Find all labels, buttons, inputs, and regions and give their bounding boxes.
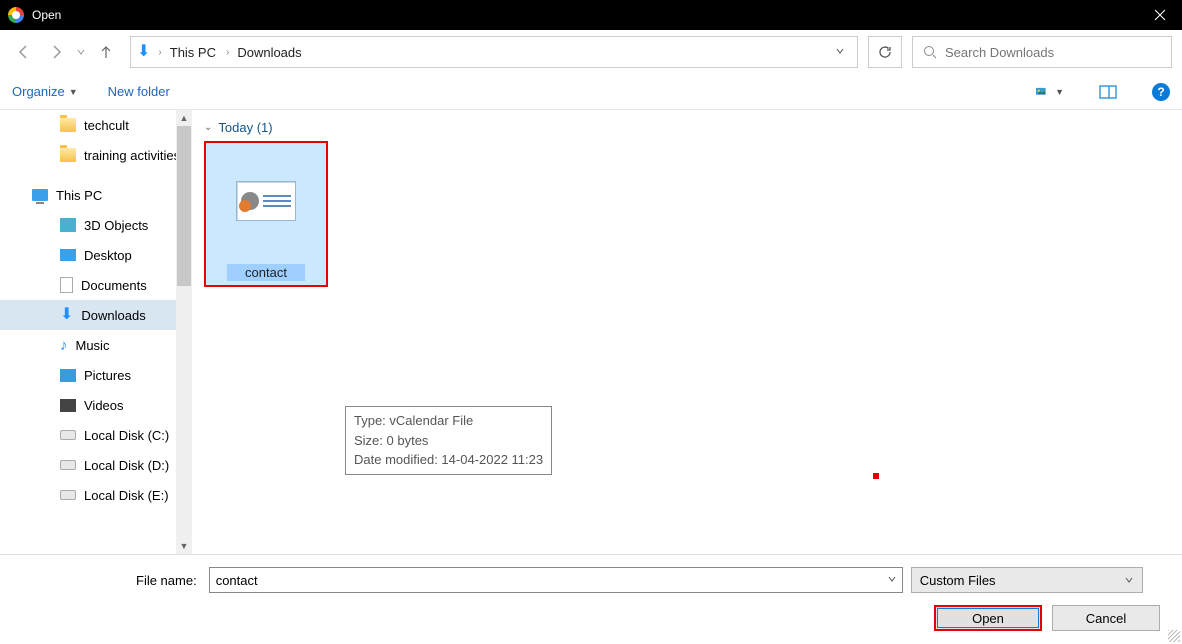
filename-dropdown[interactable] — [882, 571, 902, 589]
file-tile-contact[interactable]: contact — [204, 141, 328, 287]
contact-card-icon — [236, 181, 296, 221]
chevron-down-icon: ⌄ — [204, 122, 212, 133]
file-label: contact — [227, 264, 305, 281]
annotation-dot — [873, 473, 879, 479]
sidebar-item-disk-e[interactable]: Local Disk (E:) — [0, 480, 192, 510]
toolbar: Organize ▼ New folder ▼ ? — [0, 74, 1182, 110]
search-input[interactable] — [945, 45, 1161, 60]
scroll-down-icon[interactable]: ▼ — [176, 538, 192, 554]
new-folder-button[interactable]: New folder — [108, 84, 170, 99]
filename-label: File name: — [136, 573, 201, 588]
open-button[interactable]: Open — [934, 605, 1042, 631]
chrome-icon — [8, 7, 24, 23]
titlebar: Open — [0, 0, 1182, 30]
up-button[interactable] — [92, 38, 120, 66]
search-icon — [923, 45, 937, 59]
download-icon: ⬇ — [60, 307, 73, 323]
search-box[interactable] — [912, 36, 1172, 68]
disk-icon — [60, 430, 76, 440]
doc-icon — [60, 277, 73, 293]
sidebar-item-documents[interactable]: Documents — [0, 270, 192, 300]
pc-icon — [32, 189, 48, 201]
file-type-filter[interactable]: Custom Files — [911, 567, 1143, 593]
downloads-icon: ⬇ — [137, 44, 150, 60]
view-icons-button[interactable]: ▼ — [1036, 80, 1064, 104]
folder-icon — [60, 118, 76, 132]
filename-input[interactable] — [210, 573, 882, 588]
scroll-up-icon[interactable]: ▲ — [176, 110, 192, 126]
sidebar-item-disk-d[interactable]: Local Disk (D:) — [0, 450, 192, 480]
sidebar-item-music[interactable]: ♪Music — [0, 330, 192, 360]
cancel-button[interactable]: Cancel — [1052, 605, 1160, 631]
address-bar[interactable]: ⬇ › This PC› Downloads — [130, 36, 858, 68]
file-pane[interactable]: ⌄Today (1) contact — [192, 110, 1182, 554]
preview-pane-button[interactable] — [1094, 80, 1122, 104]
scroll-thumb[interactable] — [177, 126, 191, 286]
help-button[interactable]: ? — [1152, 83, 1170, 101]
forward-button[interactable] — [42, 38, 70, 66]
3d-icon — [60, 218, 76, 232]
sidebar-item-desktop[interactable]: Desktop — [0, 240, 192, 270]
address-dropdown[interactable] — [829, 43, 851, 61]
sidebar-item-pictures[interactable]: Pictures — [0, 360, 192, 390]
music-icon: ♪ — [60, 337, 68, 354]
sidebar-scrollbar[interactable]: ▲ ▼ — [176, 110, 192, 554]
breadcrumb-downloads[interactable]: Downloads — [237, 45, 301, 60]
sidebar: techcult training activities This PC 3D … — [0, 110, 192, 554]
group-today[interactable]: ⌄Today (1) — [204, 120, 1170, 135]
sidebar-item-disk-c[interactable]: Local Disk (C:) — [0, 420, 192, 450]
resize-grip[interactable] — [1168, 630, 1180, 642]
desktop-icon — [60, 249, 76, 261]
back-button[interactable] — [10, 38, 38, 66]
videos-icon — [60, 399, 76, 412]
nav-row: ⬇ › This PC› Downloads — [0, 30, 1182, 74]
file-tooltip: Type: vCalendar File Size: 0 bytes Date … — [345, 406, 552, 475]
folder-icon — [60, 148, 76, 162]
sidebar-item-this-pc[interactable]: This PC — [0, 180, 192, 210]
sidebar-item-3d-objects[interactable]: 3D Objects — [0, 210, 192, 240]
breadcrumb-sep: › — [158, 47, 161, 58]
close-button[interactable] — [1137, 0, 1182, 30]
recent-dropdown[interactable] — [74, 38, 88, 66]
sidebar-item-techcult[interactable]: techcult — [0, 110, 192, 140]
breadcrumb-this-pc[interactable]: This PC› — [170, 45, 230, 60]
sidebar-item-training[interactable]: training activities — [0, 140, 192, 170]
chevron-down-icon — [1124, 575, 1134, 585]
window-title: Open — [32, 8, 61, 22]
filename-input-wrap[interactable] — [209, 567, 903, 593]
sidebar-item-videos[interactable]: Videos — [0, 390, 192, 420]
organize-button[interactable]: Organize ▼ — [12, 84, 78, 99]
pictures-icon — [60, 369, 76, 382]
disk-icon — [60, 490, 76, 500]
disk-icon — [60, 460, 76, 470]
footer: File name: Custom Files Open Cancel — [0, 554, 1182, 644]
sidebar-item-downloads[interactable]: ⬇Downloads — [0, 300, 192, 330]
refresh-button[interactable] — [868, 36, 902, 68]
